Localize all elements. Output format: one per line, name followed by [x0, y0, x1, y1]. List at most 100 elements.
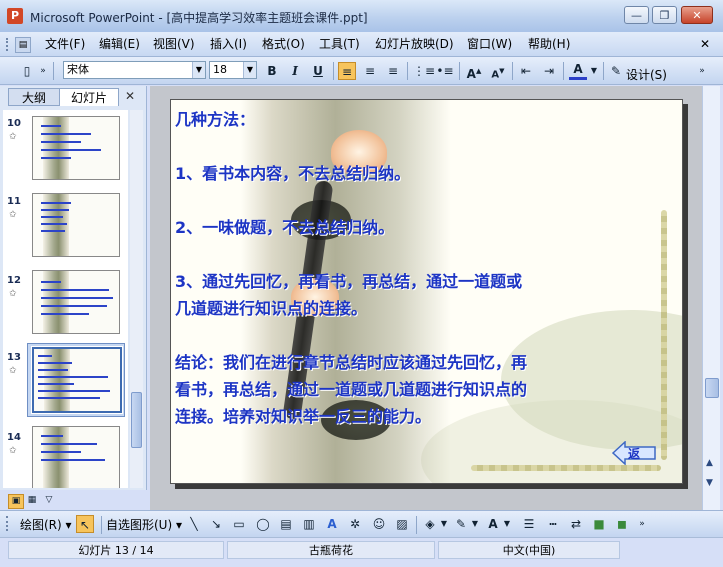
tab-outline[interactable]: 大纲 [8, 88, 60, 106]
font-size-value: 18 [213, 63, 227, 76]
dash-style-icon[interactable]: ┅ [544, 515, 562, 533]
normal-view-icon[interactable]: ▣ [8, 494, 24, 509]
decrease-font-button[interactable]: A▼ [489, 62, 507, 80]
toolbar-options-icon[interactable]: » [38, 62, 48, 80]
chevron-down-icon[interactable]: ▼ [502, 515, 512, 533]
thumbnail-text [41, 289, 109, 291]
chevron-down-icon[interactable]: ▼ [439, 515, 449, 533]
bold-button[interactable]: B [263, 62, 281, 80]
textbox-tool-icon[interactable]: ▤ [277, 515, 295, 533]
restore-icon[interactable]: ❐ [652, 6, 677, 24]
align-center-button[interactable]: ≡ [361, 62, 379, 80]
toolbar-options-icon[interactable]: » [637, 515, 647, 533]
align-right-button[interactable]: ≡ [384, 62, 402, 80]
close-document-icon[interactable]: ✕ [700, 37, 710, 51]
slide-scroll-thumb[interactable] [705, 378, 719, 398]
menu-view[interactable]: 视图(V) [150, 36, 198, 53]
slide-text-line: 2、一味做题，不去总结归纳。 [175, 218, 395, 237]
increase-font-button[interactable]: A▲ [465, 62, 483, 81]
chevron-down-icon[interactable]: ▼ [589, 62, 599, 80]
menu-tools[interactable]: 工具(T) [316, 36, 363, 53]
wordart-icon[interactable]: A [323, 515, 341, 533]
toolbar-separator [563, 62, 564, 80]
slide-thumbnail[interactable] [32, 426, 120, 488]
shadow-style-icon[interactable]: ■ [590, 515, 608, 533]
line-color-icon[interactable]: ✎ [452, 515, 470, 533]
3d-style-icon[interactable]: ◼ [613, 515, 631, 533]
bullets-button[interactable]: •≡ [436, 62, 454, 80]
arrow-style-icon[interactable]: ⇄ [567, 515, 585, 533]
powerpoint-icon[interactable]: P [7, 8, 23, 24]
font-name-combo[interactable]: 宋体 ▼ [63, 61, 206, 79]
design-button[interactable]: 设计(S) [626, 66, 667, 83]
previous-slide-icon[interactable]: ▲ [706, 458, 713, 468]
oval-tool-icon[interactable]: ◯ [254, 515, 272, 533]
design-icon: ✎ [610, 64, 622, 78]
thumbnail-text [38, 355, 52, 357]
tab-slides[interactable]: 幻灯片 [59, 88, 119, 106]
thumbnail-text [41, 157, 71, 159]
close-icon[interactable]: ✕ [681, 6, 713, 24]
chevron-down-icon[interactable]: ▼ [470, 515, 480, 533]
vertical-textbox-icon[interactable]: ▥ [300, 515, 318, 533]
menu-format[interactable]: 格式(O) [259, 36, 308, 53]
slide-vertical-scrollbar[interactable]: ▲ ▼ [702, 86, 720, 510]
clipart-icon[interactable]: ☺ [370, 515, 388, 533]
insert-picture-icon[interactable]: ▨ [393, 515, 411, 533]
drawing-font-color-icon[interactable]: A [484, 515, 502, 533]
thumbnail-text [38, 397, 100, 399]
increase-indent-button[interactable]: ⇥ [540, 62, 558, 80]
thumbnail-text [41, 133, 91, 135]
fill-color-icon[interactable]: ◈ [421, 515, 439, 533]
close-pane-icon[interactable]: ✕ [125, 89, 135, 103]
document-icon[interactable]: ▤ [15, 37, 31, 53]
menu-slideshow[interactable]: 幻灯片放映(D) [372, 36, 457, 53]
font-color-button[interactable]: A [569, 62, 587, 80]
diagram-icon[interactable]: ✲ [346, 515, 364, 533]
thumbnail-text [41, 435, 63, 437]
slide-thumbnail[interactable] [32, 116, 120, 180]
toolbar-options-icon[interactable]: » [697, 62, 707, 80]
decrease-indent-button[interactable]: ⇤ [517, 62, 535, 80]
draw-menu-button[interactable]: 绘图(R) ▾ [20, 516, 72, 533]
thumbnail-scroll-thumb[interactable] [131, 392, 142, 448]
menu-edit[interactable]: 编辑(E) [96, 36, 143, 53]
chevron-down-icon[interactable]: ▼ [192, 62, 205, 78]
line-tool-icon[interactable]: ╲ [185, 515, 203, 533]
line-style-icon[interactable]: ☰ [520, 515, 538, 533]
arrow-tool-icon[interactable]: ↘ [207, 515, 225, 533]
minimize-icon[interactable]: — [624, 6, 649, 24]
menu-window[interactable]: 窗口(W) [464, 36, 515, 53]
underline-button[interactable]: U [309, 62, 327, 80]
return-button[interactable]: 返 [611, 440, 656, 466]
font-name-value: 宋体 [67, 63, 89, 76]
align-left-button[interactable]: ≡ [338, 62, 356, 80]
autoshapes-menu-button[interactable]: 自选图形(U) ▾ [106, 516, 182, 533]
slide-number: 14 [7, 432, 21, 443]
toolbar-grip[interactable] [6, 516, 11, 531]
chevron-down-icon[interactable]: ▼ [243, 62, 256, 78]
numbering-button[interactable]: ⋮≡ [413, 62, 435, 80]
menu-grip[interactable] [6, 38, 11, 51]
next-slide-icon[interactable]: ▼ [706, 478, 713, 488]
select-pointer-icon[interactable]: ↖ [76, 515, 94, 533]
slide-thumbnail-selected[interactable] [31, 346, 123, 414]
toolbar-separator [603, 62, 604, 80]
menu-help[interactable]: 帮助(H) [525, 36, 573, 53]
slideshow-view-icon[interactable]: ▽ [42, 494, 56, 507]
slide-text-line: 结论：我们在进行章节总结时应该通过先回忆，再 [175, 353, 528, 372]
thumbnail-text [41, 451, 81, 453]
slide-sorter-view-icon[interactable]: ▦ [25, 494, 39, 507]
font-size-combo[interactable]: 18 ▼ [209, 61, 257, 79]
italic-button[interactable]: I [286, 62, 304, 80]
slide-thumbnail[interactable] [32, 270, 120, 334]
menu-bar: ▤ 文件(F) 编辑(E) 视图(V) 插入(I) 格式(O) 工具(T) 幻灯… [0, 32, 723, 57]
menu-insert[interactable]: 插入(I) [207, 36, 250, 53]
menu-file[interactable]: 文件(F) [42, 36, 88, 53]
current-slide[interactable]: 几种方法： 1、看书本内容，不去总结归纳。 2、一味做题，不去总结归纳。 3、通… [170, 99, 683, 484]
rectangle-tool-icon[interactable]: ▭ [230, 515, 248, 533]
slide-thumbnail-list: 10 ✩ 11 ✩ 12 ✩ 13 ✩ 14 ✩ [3, 110, 128, 488]
toolbar-separator [512, 62, 513, 80]
slide-thumbnail[interactable] [32, 193, 120, 257]
new-document-icon[interactable]: ▯ [18, 62, 36, 80]
